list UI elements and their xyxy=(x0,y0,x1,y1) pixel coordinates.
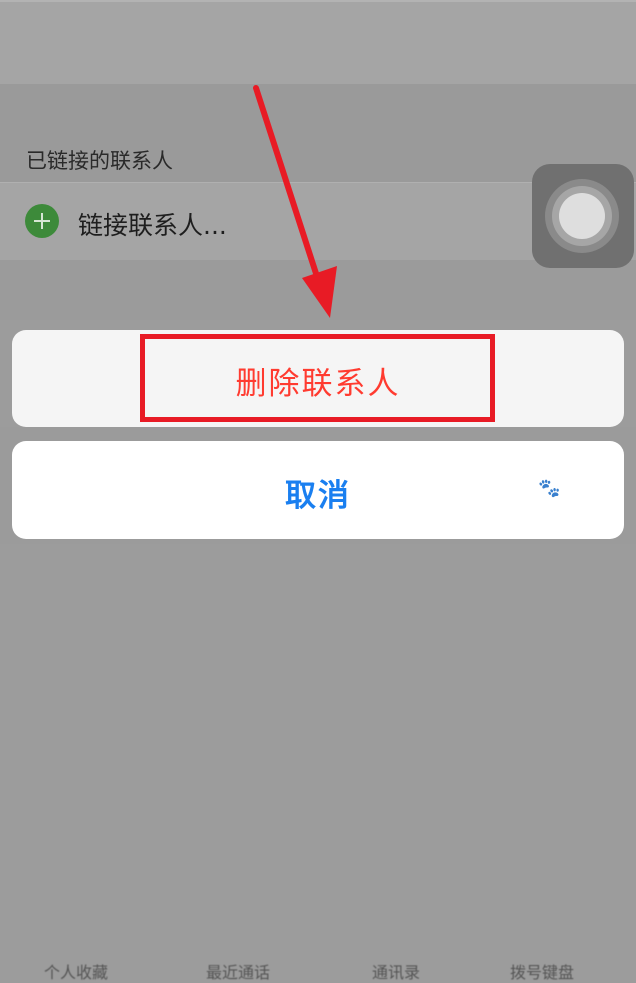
baidu-watermark: Bai 🐾 经验 jingyan.baidu.com xyxy=(482,474,612,534)
tab-keypad: 拨号键盘 xyxy=(510,963,575,982)
watermark-suffix: 经验 xyxy=(558,482,598,506)
tab-favorites: 个人收藏 xyxy=(44,963,109,982)
annotation-arrow-icon xyxy=(253,85,337,318)
watermark-url: jingyan.baidu.com xyxy=(490,508,610,523)
tab-recents: 最近通话 xyxy=(206,963,271,982)
tab-contacts: 通讯录 xyxy=(372,963,421,982)
watermark-brand: Bai xyxy=(490,476,530,501)
